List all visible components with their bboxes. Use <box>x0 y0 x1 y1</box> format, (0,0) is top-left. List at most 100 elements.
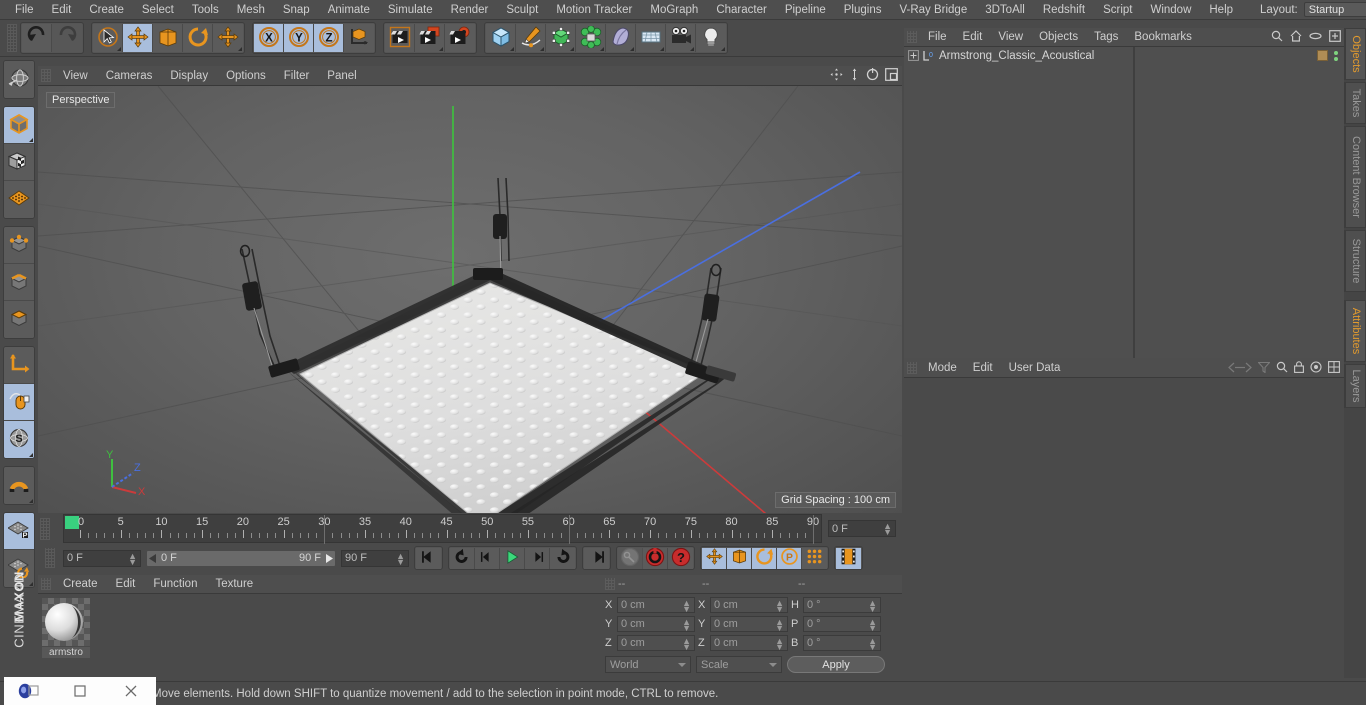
material-list[interactable]: armstro <box>38 594 602 681</box>
menu-item-character[interactable]: Character <box>707 0 776 20</box>
record-scale-button[interactable] <box>727 547 752 569</box>
menu-item-function[interactable]: Function <box>144 575 206 594</box>
render-view-button[interactable] <box>385 24 415 52</box>
position-x-field[interactable]: 0 cm ▲ ▼ <box>617 597 695 614</box>
play-forward-loop-button[interactable] <box>550 547 575 569</box>
menu-item-user-data[interactable]: User Data <box>1001 358 1069 378</box>
live-selection-tool[interactable] <box>93 24 123 52</box>
timeline-ruler[interactable]: 051015202530354045505560657075808590 <box>63 514 822 544</box>
lock-x-axis-button[interactable]: X <box>254 24 284 52</box>
object-row[interactable]: 0 Armstrong_Classic_Acoustical <box>904 47 1344 64</box>
render-to-picture-viewer-button[interactable] <box>415 24 445 52</box>
menu-item-animate[interactable]: Animate <box>319 0 379 20</box>
record-position-button[interactable] <box>702 547 727 569</box>
current-frame-field[interactable]: 0 F ▲ ▼ <box>63 549 141 567</box>
tab-attributes[interactable]: Attributes <box>1344 300 1366 362</box>
add-light-button[interactable] <box>696 24 726 52</box>
menu-item-render[interactable]: Render <box>442 0 498 20</box>
target-icon[interactable] <box>1310 361 1322 376</box>
attribute-content[interactable] <box>904 378 1344 678</box>
menu-item-mograph[interactable]: MoGraph <box>641 0 707 20</box>
menu-item-display[interactable]: Display <box>161 66 217 86</box>
lock-z-axis-button[interactable]: Z <box>314 24 344 52</box>
spinner-icon[interactable]: ▲ ▼ <box>868 599 877 614</box>
tab-takes[interactable]: Takes <box>1344 82 1366 124</box>
step-back-button[interactable] <box>475 547 500 569</box>
viewport-3d-scene[interactable]: Perspective Grid Spacing : 100 cm Y X Z <box>38 86 902 513</box>
timeline-frame-field[interactable]: 0 F ▲ ▼ <box>828 520 896 537</box>
record-rotation-button[interactable] <box>752 547 777 569</box>
menu-item-mesh[interactable]: Mesh <box>228 0 274 20</box>
end-frame-field[interactable]: 90 F ▲ ▼ <box>341 549 409 567</box>
rotation-b-field[interactable]: 0 ° ▲ ▼ <box>803 635 881 652</box>
lock-icon[interactable] <box>1294 361 1304 376</box>
spinner-icon[interactable]: ▲ ▼ <box>775 637 784 652</box>
menu-item-texture[interactable]: Texture <box>206 575 262 594</box>
rotation-p-field[interactable]: 0 ° ▲ ▼ <box>803 616 881 633</box>
menu-item-file[interactable]: File <box>920 28 955 47</box>
spinner-icon[interactable]: ▲ ▼ <box>868 618 877 633</box>
menu-item-pipeline[interactable]: Pipeline <box>776 0 835 20</box>
menu-item-simulate[interactable]: Simulate <box>379 0 442 20</box>
menu-item-tools[interactable]: Tools <box>183 0 228 20</box>
tab-layers[interactable]: Layers <box>1344 364 1366 408</box>
scale-tool[interactable] <box>153 24 183 52</box>
arrows-icon[interactable] <box>1228 362 1252 376</box>
lock-y-axis-button[interactable]: Y <box>284 24 314 52</box>
edges-mode-button[interactable] <box>4 264 34 301</box>
menu-item-cameras[interactable]: Cameras <box>97 66 162 86</box>
menu-item-v-ray-bridge[interactable]: V-Ray Bridge <box>890 0 976 20</box>
menu-item-panel[interactable]: Panel <box>318 66 365 86</box>
menu-item-view[interactable]: View <box>990 28 1031 47</box>
position-z-field[interactable]: 0 cm ▲ ▼ <box>617 635 695 652</box>
visibility-dots-icon[interactable] <box>1334 50 1338 61</box>
polygons-mode-button[interactable] <box>4 301 34 338</box>
tab-structure[interactable]: Structure <box>1344 230 1366 292</box>
search-icon[interactable] <box>1271 30 1283 45</box>
ellipse-icon[interactable] <box>1309 30 1322 45</box>
preview-range-slider[interactable]: 0 F 90 F <box>146 549 336 567</box>
layout-select[interactable]: Startup <box>1303 2 1366 17</box>
current-frame-marker[interactable] <box>65 516 79 529</box>
menu-item-create[interactable]: Create <box>54 575 107 594</box>
play-backwards-loop-button[interactable] <box>450 547 475 569</box>
undo-button[interactable] <box>22 24 52 52</box>
add-camera-button[interactable] <box>666 24 696 52</box>
rotate-tool[interactable] <box>183 24 213 52</box>
magnet-tool-button[interactable] <box>4 467 34 504</box>
tab-objects[interactable]: Objects <box>1344 28 1366 80</box>
menu-item-script[interactable]: Script <box>1094 0 1141 20</box>
expand-plus-icon[interactable] <box>908 50 919 61</box>
move-tool[interactable] <box>123 24 153 52</box>
add-cube-button[interactable] <box>486 24 516 52</box>
size-y-field[interactable]: 0 cm ▲ ▼ <box>710 616 788 633</box>
menu-item-create[interactable]: Create <box>80 0 133 20</box>
object-tree[interactable]: 0 Armstrong_Classic_Acoustical <box>904 47 1344 358</box>
menu-item-edit[interactable]: Edit <box>43 0 81 20</box>
grid-icon[interactable] <box>1328 361 1340 376</box>
menu-item-window[interactable]: Window <box>1141 0 1200 20</box>
spinner-icon[interactable]: ▲ ▼ <box>775 599 784 614</box>
position-y-field[interactable]: 0 cm ▲ ▼ <box>617 616 695 633</box>
step-forward-button[interactable] <box>525 547 550 569</box>
go-to-end-button[interactable] <box>584 547 609 569</box>
points-mode-button[interactable] <box>4 227 34 264</box>
add-spline-button[interactable] <box>516 24 546 52</box>
tab-content-browser[interactable]: Content Browser <box>1344 126 1366 228</box>
move-view-icon[interactable] <box>830 68 843 84</box>
timeline-toggle-button[interactable] <box>836 547 861 569</box>
rotate-view-icon[interactable] <box>866 68 879 84</box>
spinner-icon[interactable]: ▲ ▼ <box>775 618 784 633</box>
pan-view-icon[interactable] <box>849 68 860 84</box>
spinner-icon[interactable]: ▲ ▼ <box>868 637 877 652</box>
undo-view-button[interactable] <box>4 61 34 98</box>
go-to-start-button[interactable] <box>416 547 441 569</box>
record-active-objects-button[interactable] <box>618 547 643 569</box>
menu-item-options[interactable]: Options <box>217 66 275 86</box>
redo-button[interactable] <box>52 24 82 52</box>
spinner-icon[interactable]: ▲ ▼ <box>128 551 137 566</box>
menu-item-help[interactable]: Help <box>1200 0 1242 20</box>
menu-item-edit[interactable]: Edit <box>107 575 145 594</box>
add-layer-icon[interactable] <box>1329 30 1341 45</box>
menu-item-redshift[interactable]: Redshift <box>1034 0 1094 20</box>
